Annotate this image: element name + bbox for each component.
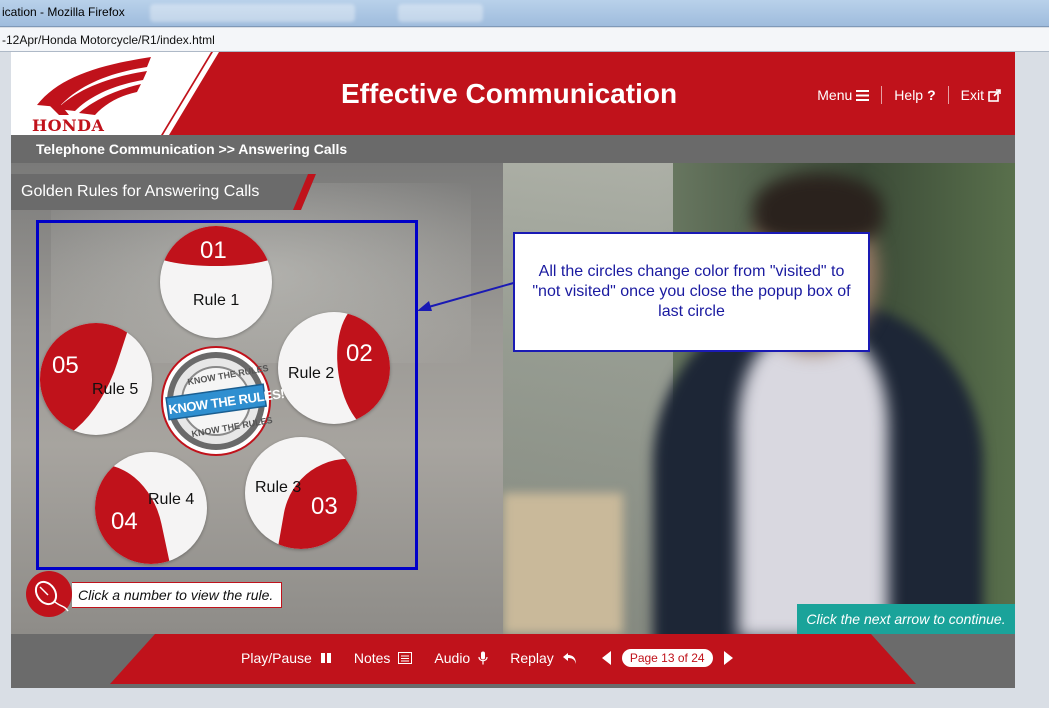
rule-label: Rule 2 (288, 365, 335, 382)
play-pause-button[interactable]: Play/Pause (241, 650, 332, 666)
know-the-rules-badge: KNOW THE RULES KNOW THE RULES! KNOW THE … (161, 346, 285, 456)
address-url[interactable]: -12Apr/Honda Motorcycle/R1/index.html (2, 33, 215, 47)
rule-circle-04[interactable]: 04 Rule 4 (95, 452, 207, 564)
rule-number: 05 (52, 352, 79, 379)
help-button[interactable]: Help ? (882, 87, 947, 103)
exit-button[interactable]: Exit (949, 87, 1001, 103)
breadcrumb-text: Telephone Communication >> Answering Cal… (36, 141, 348, 157)
next-page-icon[interactable] (723, 650, 735, 666)
blurred-tab (150, 4, 355, 22)
rule-number: 04 (111, 508, 138, 535)
course-player: HONDA Effective Communication Menu Help … (11, 52, 1015, 688)
notes-label: Notes (353, 650, 391, 666)
top-navigation: Menu Help ? Exit (805, 86, 1001, 104)
pause-icon (320, 653, 331, 663)
page-indicator: Page 13 of 24 (621, 649, 713, 667)
mouse-click-icon (26, 571, 72, 617)
rule-label: Rule 4 (148, 491, 195, 508)
rule-circle-01[interactable]: 01 Rule 1 (160, 226, 272, 338)
rule-circle-02[interactable]: 02 Rule 2 (278, 312, 390, 424)
section-title: Golden Rules for Answering Calls (21, 183, 260, 200)
browser-titlebar: ication - Mozilla Firefox (0, 0, 1049, 27)
notes-icon (398, 652, 413, 664)
window-title: ication - Mozilla Firefox (2, 5, 125, 19)
address-bar[interactable]: -12Apr/Honda Motorcycle/R1/index.html (0, 28, 1049, 52)
rule-number: 03 (311, 493, 338, 520)
reply-arrow-icon (562, 652, 576, 664)
blurred-tab (398, 4, 483, 22)
honda-wordmark: HONDA (32, 116, 105, 135)
play-pause-label: Play/Pause (241, 650, 312, 666)
rule-number: 01 (200, 237, 227, 264)
notes-button[interactable]: Notes (354, 650, 413, 666)
honda-logo: HONDA (11, 52, 211, 135)
hamburger-icon (856, 89, 870, 101)
rule-number: 02 (346, 340, 373, 367)
course-header: HONDA Effective Communication Menu Help … (11, 52, 1015, 135)
rule-circle-05[interactable]: 05 Rule 5 (40, 323, 152, 435)
replay-label: Replay (510, 650, 554, 666)
help-label: Help (894, 87, 924, 103)
audio-label: Audio (434, 650, 471, 666)
previous-page-icon[interactable] (600, 650, 612, 666)
external-link-icon (988, 88, 1001, 102)
annotation-callout: All the circles change color from "visit… (513, 232, 870, 352)
slide-content: Golden Rules for Answering Calls 01 Rule… (11, 163, 1015, 634)
course-title: Effective Communication (341, 78, 678, 109)
rule-label: Rule 1 (193, 292, 240, 309)
player-footer: Play/Pause Notes Audio Replay Page 13 of… (11, 634, 1015, 688)
honda-wing-icon (37, 57, 151, 115)
exit-label: Exit (960, 87, 984, 103)
replay-button[interactable]: Replay (510, 650, 578, 666)
player-controls: Play/Pause Notes Audio Replay Page 13 of… (241, 649, 735, 667)
callout-arrow (417, 281, 518, 311)
next-instruction: Click the next arrow to continue. (797, 604, 1015, 634)
section-title-banner: Golden Rules for Answering Calls (11, 174, 316, 210)
rule-label: Rule 3 (255, 479, 302, 496)
audio-button[interactable]: Audio (434, 650, 488, 666)
microphone-icon (478, 651, 488, 665)
question-icon: ? (927, 87, 936, 103)
rule-label: Rule 5 (92, 381, 139, 398)
menu-label: Menu (817, 87, 853, 103)
breadcrumb: Telephone Communication >> Answering Cal… (11, 135, 1015, 163)
menu-button[interactable]: Menu (805, 87, 881, 103)
hint-text: Click a number to view the rule. (72, 582, 283, 608)
